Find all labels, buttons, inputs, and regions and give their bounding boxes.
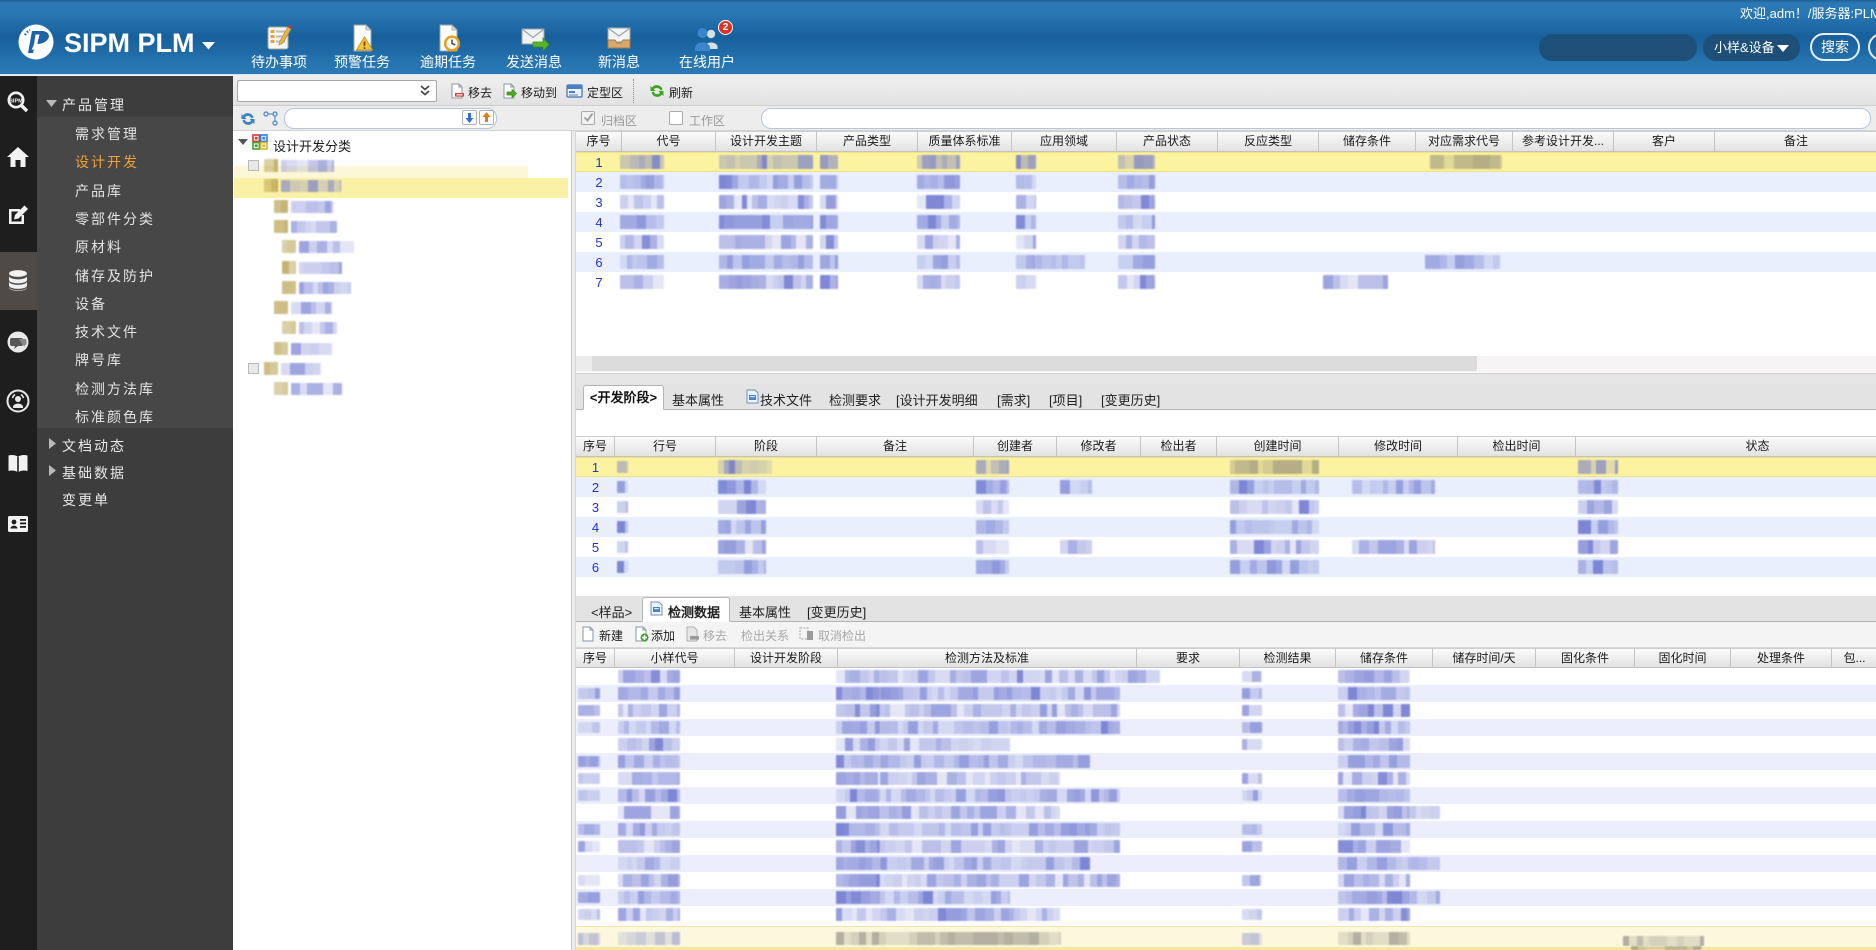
svg-text:SIPM: SIPM [9, 99, 23, 105]
